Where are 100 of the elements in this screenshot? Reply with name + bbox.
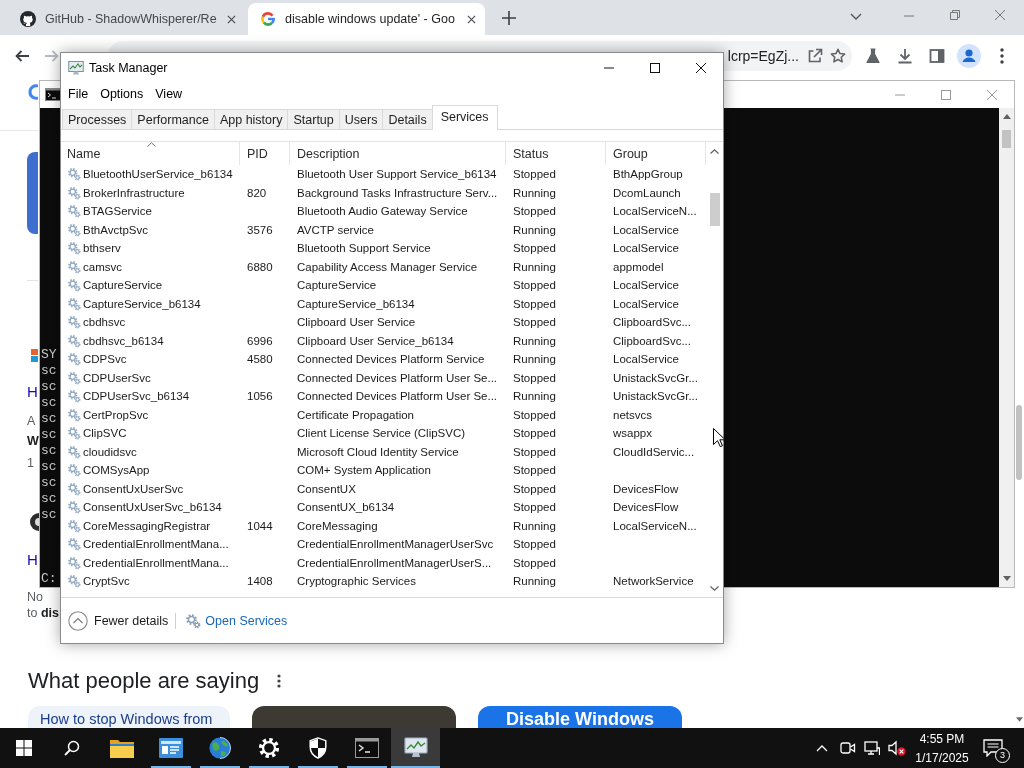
table-cell-text: 1408 xyxy=(246,575,274,588)
table-cell-text: BthAppGroup xyxy=(612,168,684,181)
service-name: CredentialEnrollmentMana... xyxy=(83,556,229,569)
service-name: bthserv xyxy=(83,242,121,255)
table-cell-text: Running xyxy=(512,186,557,199)
table-cell-text: Bluetooth Support Service xyxy=(296,242,432,255)
table-cell-text: LocalServiceN... xyxy=(612,519,698,532)
table-cell-text: Client License Service (ClipSVC) xyxy=(296,427,467,440)
notification-badge: 3 xyxy=(995,748,1010,763)
console-line: sc xyxy=(41,459,57,475)
table-cell-text: Stopped xyxy=(512,316,557,329)
service-name: BrokerInfrastructure xyxy=(83,186,185,199)
table-cell-text: Stopped xyxy=(512,242,557,255)
table-cell-text: Connected Devices Platform Service xyxy=(296,353,486,366)
table-cell-text: Stopped xyxy=(512,205,557,218)
table-cell-text: UnistackSvcGr... xyxy=(612,390,699,403)
table-cell-text: 6880 xyxy=(246,260,274,273)
table-cell-text: Stopped xyxy=(512,408,557,421)
console-line: sc xyxy=(41,443,57,459)
table-cell-text: Stopped xyxy=(512,538,557,551)
table-cell-text: Clipboard User Service_b6134 xyxy=(296,334,455,347)
table-cell-text: ConsentUX xyxy=(296,482,357,495)
table-cell-text: netsvcs xyxy=(612,408,653,421)
snippet-text: No xyxy=(27,589,43,605)
table-cell-text: CaptureService xyxy=(296,279,378,292)
console-line: sc xyxy=(41,507,57,523)
table-cell-text: Connected Devices Platform User Se... xyxy=(296,390,499,403)
window-title: Task Manager xyxy=(89,61,168,75)
table-cell-text: appmodel xyxy=(612,260,665,273)
service-name: BTAGService xyxy=(83,205,152,218)
table-cell-text: Stopped xyxy=(512,371,557,384)
table-cell-text: Stopped xyxy=(512,556,557,569)
table-cell-text: ClipboardSvc... xyxy=(612,334,692,347)
snippet-text: A xyxy=(27,413,36,429)
console-line: sc xyxy=(41,427,57,443)
console-prompt: C: xyxy=(41,571,57,587)
console-line: sc xyxy=(41,491,57,507)
table-cell-text: NetworkService xyxy=(612,575,695,588)
service-name: CDPUserSvc_b6134 xyxy=(83,390,190,403)
table-cell-text: CaptureService_b6134 xyxy=(296,297,416,310)
console-line: sc xyxy=(41,411,57,427)
console-line: SY xyxy=(41,347,57,363)
table-cell-text: Bluetooth User Support Service_b6134 xyxy=(296,168,498,181)
table-cell-text: Connected Devices Platform User Se... xyxy=(296,371,499,384)
table-cell-text: Stopped xyxy=(512,427,557,440)
table-cell-text: Stopped xyxy=(512,297,557,310)
table-cell-text: 1044 xyxy=(246,519,274,532)
table-cell-text: Background Tasks Infrastructure Serv... xyxy=(296,186,499,199)
table-cell-text: Stopped xyxy=(512,501,557,514)
table-cell-text: wsappx xyxy=(612,427,653,440)
table-cell-text: AVCTP service xyxy=(296,223,375,236)
table-cell-text: LocalService xyxy=(612,297,680,310)
table-cell-text: Running xyxy=(512,519,557,532)
table-cell-text: Running xyxy=(512,353,557,366)
table-cell-text: Stopped xyxy=(512,279,557,292)
table-cell-text: COM+ System Application xyxy=(296,464,432,477)
table-cell-text: DcomLaunch xyxy=(612,186,682,199)
service-name: CaptureService xyxy=(83,279,163,292)
table-cell-text: LocalService xyxy=(612,223,680,236)
table-cell-text: LocalService xyxy=(612,353,680,366)
table-cell-text: 6996 xyxy=(246,334,274,347)
service-name: CDPSvc xyxy=(83,353,127,366)
service-name: cbdhsvc xyxy=(83,316,126,329)
table-cell-text: DevicesFlow xyxy=(612,501,680,514)
snippet-text: W xyxy=(27,433,39,449)
table-cell-text: LocalServiceN... xyxy=(612,205,698,218)
section-heading: What people are saying xyxy=(28,668,260,694)
table-cell-text: ConsentUX_b6134 xyxy=(296,501,396,514)
table-cell-text: CredentialEnrollmentManagerUserS... xyxy=(296,556,493,569)
table-cell-text: Running xyxy=(512,260,557,273)
console-line: sc xyxy=(41,379,57,395)
table-cell-text: CloudIdServic... xyxy=(612,445,696,458)
service-name: COMSysApp xyxy=(83,464,150,477)
table-cell-text: Running xyxy=(512,575,557,588)
service-name: ConsentUxUserSvc xyxy=(83,482,184,495)
table-cell-text: Stopped xyxy=(512,168,557,181)
console-line: sc xyxy=(41,363,57,379)
table-cell-text: Certificate Propagation xyxy=(296,408,415,421)
table-cell-text: Clipboard User Service xyxy=(296,316,417,329)
table-cell-text: LocalService xyxy=(612,242,680,255)
table-cell-text: DevicesFlow xyxy=(612,482,680,495)
table-cell-text: Capability Access Manager Service xyxy=(296,260,479,273)
service-name: BthAvctpSvc xyxy=(83,223,148,236)
table-cell-text: 1056 xyxy=(246,390,274,403)
service-name: CryptSvc xyxy=(83,575,130,588)
service-name: ClipSVC xyxy=(83,427,127,440)
service-name: BluetoothUserService_b6134 xyxy=(83,168,233,181)
table-cell-text: LocalService xyxy=(612,279,680,292)
service-name: CDPUserSvc xyxy=(83,371,151,384)
service-name: cbdhsvc_b6134 xyxy=(83,334,164,347)
table-cell-text: Stopped xyxy=(512,445,557,458)
table-cell-text: Stopped xyxy=(512,482,557,495)
table-cell-text: 4580 xyxy=(246,353,274,366)
service-name: CaptureService_b6134 xyxy=(83,297,201,310)
table-cell-text: Microsoft Cloud Identity Service xyxy=(296,445,460,458)
table-cell-text: UnistackSvcGr... xyxy=(612,371,699,384)
console-line: sc xyxy=(41,475,57,491)
console-line: sc xyxy=(41,395,57,411)
service-name: camsvc xyxy=(83,260,122,273)
service-name: CredentialEnrollmentMana... xyxy=(83,538,229,551)
